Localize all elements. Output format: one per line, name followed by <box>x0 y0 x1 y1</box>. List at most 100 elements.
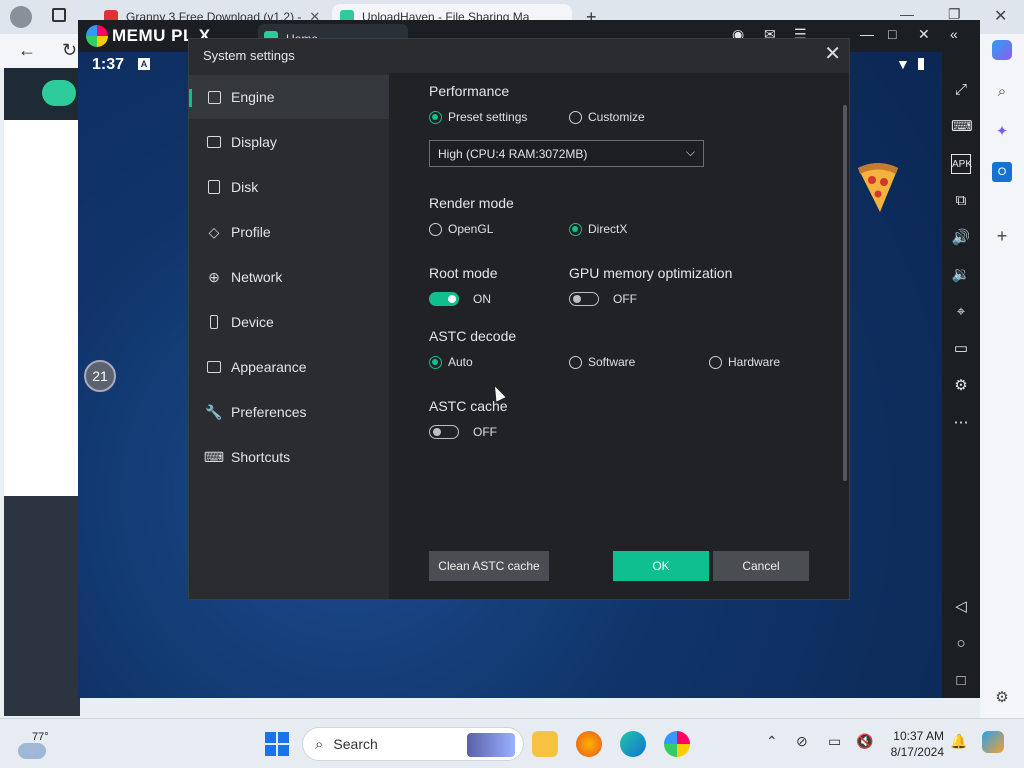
minimize-icon[interactable]: — <box>860 26 874 42</box>
toggle-knob <box>433 427 441 436</box>
volume-up-icon[interactable]: 🔊 <box>951 228 971 248</box>
phone-icon <box>205 313 223 331</box>
root-mode-toggle[interactable]: ON <box>429 292 491 306</box>
radio-label: Preset settings <box>448 110 528 124</box>
temperature: 77° <box>32 731 49 743</box>
nav-item-profile[interactable]: ◇ Profile <box>189 210 389 254</box>
folder-icon[interactable]: ▭ <box>951 339 971 359</box>
collections-icon[interactable]: ✦ <box>992 122 1012 142</box>
nav-item-appearance[interactable]: Appearance <box>189 345 389 389</box>
gpu-memory-optimization-toggle[interactable]: OFF <box>569 292 637 306</box>
cancel-button[interactable]: Cancel <box>713 551 809 581</box>
location-icon[interactable]: ⌖ <box>951 302 971 322</box>
directx-radio[interactable]: DirectX <box>569 222 627 236</box>
content-scrollbar[interactable] <box>843 105 847 481</box>
file-explorer-icon[interactable] <box>532 731 558 757</box>
nav-item-disk[interactable]: Disk <box>189 165 389 209</box>
close-icon[interactable]: ✕ <box>918 26 930 43</box>
toggle-state: OFF <box>473 425 497 439</box>
nav-label: Device <box>231 314 274 330</box>
system-clock[interactable]: 10:37 AM 8/17/2024 <box>880 728 944 760</box>
memu-taskbar-icon[interactable] <box>664 731 690 757</box>
copilot-taskbar-icon[interactable] <box>982 731 1004 753</box>
back-nav-icon[interactable]: ◁ <box>951 597 971 617</box>
copilot-icon[interactable] <box>992 40 1012 60</box>
cloud-logo-icon <box>42 80 76 106</box>
preset-settings-radio[interactable]: Preset settings <box>429 110 527 124</box>
firefox-icon[interactable] <box>576 731 602 757</box>
collapse-sidebar-icon[interactable]: « <box>950 26 958 42</box>
settings-nav: Engine Display Disk ◇ Profile ⊕ Network … <box>189 73 389 599</box>
customize-radio[interactable]: Customize <box>569 110 645 124</box>
settings-gear-icon[interactable]: ⚙ <box>992 688 1012 708</box>
radio-dot <box>429 110 442 124</box>
maximize-icon[interactable]: □ <box>888 26 896 42</box>
dialog-title-text: System settings <box>203 48 295 63</box>
start-button[interactable] <box>265 732 289 756</box>
toggle-track <box>569 292 599 306</box>
sound-muted-icon[interactable]: 🔇 <box>856 733 873 750</box>
apk-icon[interactable]: APK <box>951 154 972 174</box>
outlook-icon[interactable]: O <box>992 162 1012 182</box>
nav-item-shortcuts[interactable]: ⌨ Shortcuts <box>189 435 389 479</box>
nav-item-device[interactable]: Device <box>189 300 389 344</box>
back-arrow-icon[interactable]: ← <box>18 40 36 61</box>
astc-auto-radio[interactable]: Auto <box>429 355 473 369</box>
toggle-state: ON <box>473 292 491 306</box>
notification-bell-icon[interactable]: 🔔 <box>950 733 967 750</box>
radio-label: Software <box>588 355 636 369</box>
network-off-icon[interactable]: ⊘ <box>796 733 808 750</box>
radio-label: DirectX <box>588 222 628 236</box>
tag-icon: ◇ <box>208 223 220 240</box>
radio-dot <box>429 355 442 369</box>
radio-dot <box>569 110 582 124</box>
battery-icon <box>918 58 924 70</box>
keyboard-icon[interactable]: ⌨ <box>951 117 973 137</box>
close-icon[interactable]: ✕ <box>824 44 841 64</box>
multi-instance-icon[interactable]: ⧉ <box>951 191 971 211</box>
wifi-icon: ▼ <box>896 56 910 72</box>
nav-item-preferences[interactable]: 🔧 Preferences <box>189 390 389 434</box>
tab-actions-icon[interactable] <box>52 8 66 22</box>
nav-item-engine[interactable]: Engine <box>189 75 389 119</box>
settings-gear-icon[interactable]: ⚙ <box>951 376 971 396</box>
astc-cache-toggle[interactable]: OFF <box>429 425 497 439</box>
edge-icon[interactable] <box>620 731 646 757</box>
search-placeholder: Search <box>333 736 378 752</box>
nav-item-display[interactable]: Display <box>189 120 389 164</box>
volume-down-icon[interactable]: 🔉 <box>951 265 971 285</box>
nav-label: Disk <box>231 179 259 195</box>
opengl-radio[interactable]: OpenGL <box>429 222 493 236</box>
clock-date: 8/17/2024 <box>890 745 944 759</box>
performance-preset-select[interactable]: High (CPU:4 RAM:3072MB) ⌵ <box>429 140 704 167</box>
close-window-icon[interactable]: ✕ <box>994 6 1007 26</box>
astc-cache-label: ASTC cache <box>429 398 508 414</box>
astc-hardware-radio[interactable]: Hardware <box>709 355 780 369</box>
clean-astc-cache-button[interactable]: Clean ASTC cache <box>429 551 549 581</box>
astc-software-radio[interactable]: Software <box>569 355 635 369</box>
overlay-badge[interactable]: 21 <box>84 360 116 392</box>
ok-button[interactable]: OK <box>613 551 709 581</box>
taskbar-search[interactable]: ⌕ Search <box>302 727 524 761</box>
wrench-icon: 🔧 <box>205 403 223 420</box>
toggle-knob <box>448 295 456 303</box>
web-page-background <box>4 68 80 496</box>
pizza-icon <box>858 163 898 212</box>
fullscreen-icon[interactable]: ⤢ <box>951 80 971 100</box>
browser-sidebar: ⌕ ✦ O + ⚙ <box>980 34 1024 718</box>
nav-item-network[interactable]: ⊕ Network <box>189 255 389 299</box>
show-hidden-icons-chevron-icon[interactable]: ⌃ <box>766 733 778 750</box>
memu-logo-icon <box>86 25 108 47</box>
radio-dot <box>709 355 722 369</box>
display-icon[interactable]: ▭ <box>828 733 841 750</box>
search-icon[interactable]: ⌕ <box>992 82 1012 102</box>
toggle-track <box>429 425 459 439</box>
more-icon[interactable]: ⋯ <box>951 413 971 433</box>
profile-icon[interactable] <box>10 6 32 28</box>
add-icon[interactable]: + <box>992 226 1012 246</box>
refresh-icon[interactable]: ↻ <box>62 40 77 61</box>
home-nav-icon[interactable]: ○ <box>951 634 971 654</box>
cloud-icon <box>18 743 46 759</box>
recents-nav-icon[interactable]: □ <box>951 671 971 691</box>
nav-label: Profile <box>231 224 271 240</box>
